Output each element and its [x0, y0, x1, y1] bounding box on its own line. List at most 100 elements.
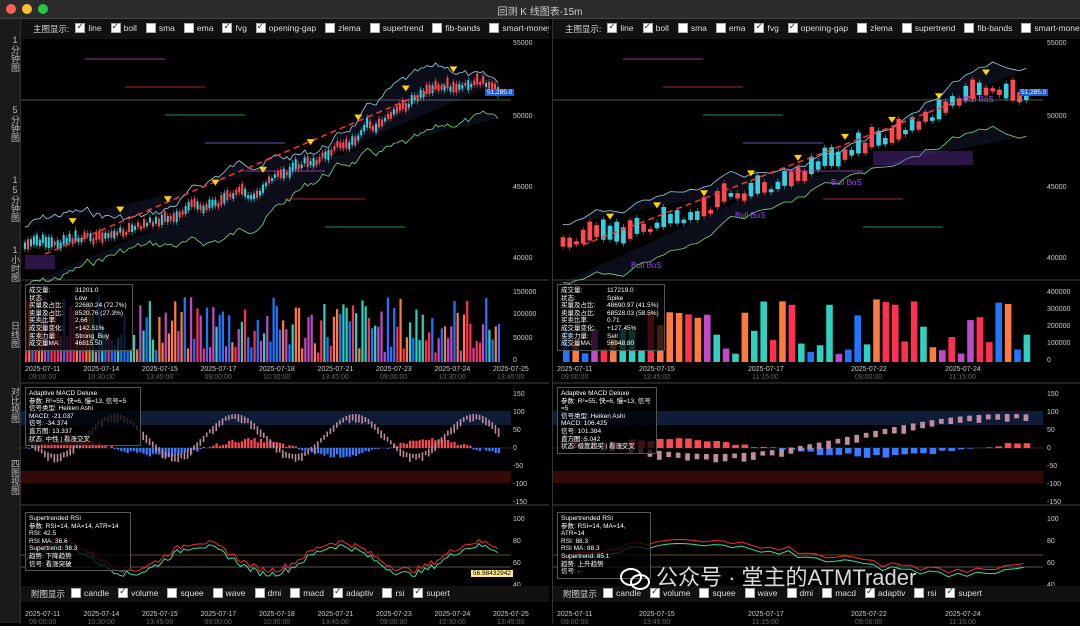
volume-bar: [184, 297, 186, 362]
checkbox[interactable]: [255, 588, 265, 598]
candle-body: [24, 243, 26, 249]
volume-bar: [260, 341, 262, 362]
macd-candle: [203, 436, 205, 442]
candle-body: [241, 184, 243, 195]
sub-option-dmi[interactable]: dmi: [255, 588, 282, 598]
volume-bar: [491, 340, 493, 362]
macd-histogram-bar: [415, 441, 417, 448]
volume-bar: [695, 318, 702, 362]
checkbox[interactable]: [290, 588, 300, 598]
volume-bar: [685, 314, 692, 362]
macd-histogram-bar: [1014, 443, 1021, 448]
macd-histogram-bar: [346, 448, 348, 457]
checkbox[interactable]: [413, 588, 423, 598]
left-chart-panel: 主图显示: linebollsmaemafvgopening-gapzlemas…: [20, 19, 549, 623]
checkbox-label: squee: [180, 588, 203, 598]
macd-histogram-bar: [257, 442, 259, 448]
candle-body: [244, 189, 246, 197]
candle-body: [164, 211, 166, 222]
volume-bar: [180, 312, 182, 362]
trend-line: [583, 94, 977, 245]
macd-histogram-bar: [342, 448, 344, 457]
sidebar-item-quad[interactable]: 四图视图: [0, 459, 20, 495]
macd-candle: [336, 422, 338, 427]
macd-candle: [986, 414, 991, 419]
bos-label: Bull BoS: [631, 261, 662, 270]
volume-bar: [307, 317, 309, 362]
sub-option-supert[interactable]: supert: [945, 588, 982, 598]
checkbox[interactable]: [333, 588, 343, 598]
candle-body: [470, 84, 472, 87]
sidebar-item-15m[interactable]: 15分钟图: [0, 175, 20, 222]
volume-bar: [282, 320, 284, 362]
volume-bar: [314, 343, 316, 362]
macd-histogram-bar: [234, 442, 236, 448]
candle-body: [567, 238, 572, 248]
sidebar-item-1h[interactable]: 1小时图: [0, 245, 20, 282]
macd-histogram-bar: [203, 447, 205, 448]
info-line: Supertrend: 38.3: [29, 545, 127, 553]
volume-info-box: 成交量:31201.0状态:Low买量及占比:22680.24 (72.7%)卖…: [25, 284, 133, 351]
volume-bar: [406, 337, 408, 362]
volume-bar: [244, 310, 246, 362]
info-value: 0.71: [607, 317, 620, 325]
sub-option-supert[interactable]: supert: [413, 588, 450, 598]
macd-tick: 0: [1047, 445, 1051, 452]
sidebar-item-daily[interactable]: 日线图: [0, 321, 20, 348]
macd-histogram-bar: [453, 442, 455, 448]
sub-option-squee[interactable]: squee: [167, 588, 203, 598]
candle-body: [675, 210, 680, 223]
candle-body: [176, 211, 178, 222]
candle-body: [188, 202, 190, 211]
macd-candle: [314, 444, 316, 452]
sidebar-item-1m[interactable]: 1分钟图: [0, 35, 20, 72]
checkbox[interactable]: [945, 588, 955, 598]
candle-body: [286, 172, 288, 175]
macd-candle: [222, 418, 224, 425]
candle-body: [277, 171, 279, 176]
macd-candle: [47, 452, 49, 460]
sidebar-item-compare[interactable]: 对比视图: [0, 387, 20, 423]
candle-body: [33, 236, 35, 244]
volume-bar: [472, 348, 474, 362]
info-key: 成交量:: [29, 287, 75, 295]
sub-option-macd[interactable]: macd: [290, 588, 324, 598]
candle-body: [923, 112, 928, 122]
macd-histogram-bar: [406, 444, 408, 448]
macd-candle: [723, 454, 728, 461]
macd-histogram-bar: [476, 448, 478, 450]
volume-bar: [495, 326, 497, 362]
candle-body: [69, 234, 71, 243]
macd-candle: [498, 428, 500, 437]
candle-body: [702, 197, 707, 216]
macd-histogram-bar: [418, 440, 420, 448]
macd-histogram-bar: [330, 448, 332, 457]
macd-histogram-bar: [349, 448, 351, 457]
checkbox[interactable]: [167, 588, 177, 598]
candle-body: [668, 214, 673, 224]
sidebar-item-5m[interactable]: 5分钟图: [0, 105, 20, 142]
macd-tick: -50: [513, 463, 523, 470]
volume-bar: [836, 354, 843, 362]
sub-option-volume[interactable]: volume: [118, 588, 158, 598]
macd-candle: [298, 454, 300, 461]
candle-body: [749, 183, 754, 196]
sub-option-adaptiv[interactable]: adaptiv: [333, 588, 373, 598]
checkbox[interactable]: [382, 588, 392, 598]
volume-bar: [431, 318, 433, 362]
sub-option-rsi[interactable]: rsi: [382, 588, 404, 598]
info-row: 买量及占比:22680.24 (72.7%): [29, 302, 129, 310]
macd-candle: [285, 452, 287, 458]
checkbox[interactable]: [118, 588, 128, 598]
checkbox[interactable]: [213, 588, 223, 598]
info-line: 信号类型: Heiken Ashi: [29, 405, 137, 413]
volume-bar: [387, 297, 389, 362]
macd-candle: [380, 430, 382, 438]
sub-option-wave[interactable]: wave: [213, 588, 246, 598]
macd-tick: -100: [513, 481, 527, 488]
sub-option-candle[interactable]: candle: [71, 588, 109, 598]
checkbox[interactable]: [603, 588, 613, 598]
checkbox[interactable]: [71, 588, 81, 598]
sub-option-rsi[interactable]: rsi: [914, 588, 936, 598]
volume-bar: [409, 322, 411, 362]
